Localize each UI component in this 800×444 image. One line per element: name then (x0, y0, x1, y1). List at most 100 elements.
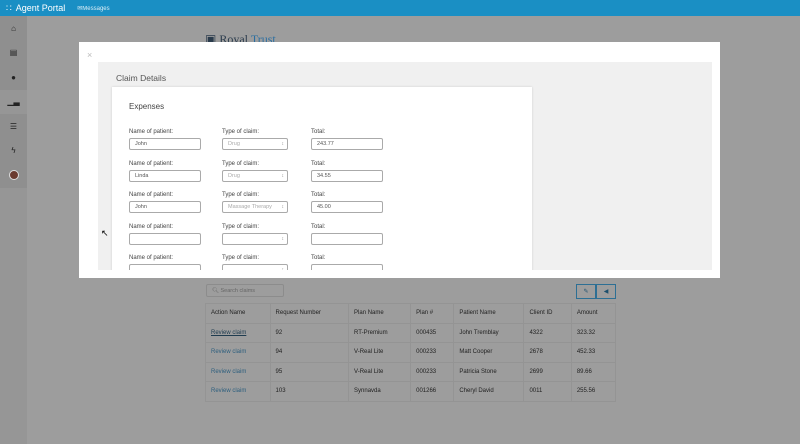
field-type: Type of claim: Drug (222, 161, 288, 182)
avatar-item[interactable] (0, 163, 27, 188)
table-cell: V-Real Lite (348, 361, 412, 382)
table-cell: Matt Cooper (453, 342, 525, 363)
field-name: Name of patient: John (129, 129, 201, 150)
field-label: Name of patient: (129, 223, 174, 230)
column-header: Plan # (410, 303, 455, 324)
table-cell: Synnavda (348, 381, 412, 402)
table-cell: Review claim (205, 381, 271, 402)
total-input[interactable]: 45.00 (311, 201, 383, 213)
table-cell: 92 (269, 322, 350, 343)
sidebar: ⌂ ▤ ● ▁▃ ☰ ϟ (0, 16, 27, 444)
review-claim-link[interactable]: Review claim (211, 388, 246, 394)
claim-type-select[interactable]: Massage Therapy (222, 201, 288, 213)
globe-icon[interactable]: ● (0, 65, 27, 90)
grid-icon: ∷ (6, 2, 12, 13)
field-label: Type of claim: (222, 160, 260, 167)
top-bar: ∷ Agent Portal ✉Messages (0, 0, 800, 16)
table-cell: 2678 (523, 342, 572, 363)
app-brand[interactable]: ∷ Agent Portal (6, 3, 65, 14)
table-cell: V-Real Lite (348, 342, 412, 363)
close-icon[interactable]: × (87, 50, 92, 60)
document-icon[interactable]: ▤ (0, 40, 27, 65)
field-label: Type of claim: (222, 129, 260, 135)
table-row: Review claim 92 RT-Premium 000435 John Tremb… (205, 322, 617, 343)
patient-name-input[interactable] (129, 232, 201, 245)
review-claim-link[interactable]: Review claim (211, 369, 246, 375)
patient-name-input[interactable]: Linda (129, 169, 201, 182)
table-cell: John Tremblay (453, 322, 525, 343)
field-name: Name of patient: Linda (129, 161, 201, 182)
claim-type-select[interactable]: Drug (222, 169, 288, 182)
patient-name-input[interactable] (129, 264, 201, 270)
table-cell: 89.66 (570, 361, 617, 382)
field-label: Total: (311, 129, 326, 135)
field-label: Total: (311, 192, 326, 198)
claims-table: Action Name Request Number Plan Name Plan #… (205, 303, 617, 402)
column-header: Request Number (269, 303, 350, 324)
review-claim-link[interactable]: Review claim (211, 330, 246, 336)
table-cell: 95 (269, 361, 350, 382)
column-header: Plan Name (348, 303, 412, 324)
avatar (8, 170, 19, 181)
table-cell: RT-Premium (348, 322, 412, 343)
claim-type-select[interactable] (222, 264, 288, 270)
table-cell: Review claim (205, 342, 271, 363)
field-label: Name of patient: (129, 129, 174, 135)
review-claim-link[interactable]: Review claim (211, 349, 246, 355)
total-input[interactable]: 34.55 (311, 169, 383, 182)
table-cell: Review claim (205, 322, 271, 343)
home-icon[interactable]: ⌂ (0, 16, 27, 41)
field-name: Name of patient: John (129, 192, 201, 213)
total-input[interactable] (311, 264, 383, 270)
column-header: Action Name (205, 303, 271, 324)
export-button[interactable]: ◀ (596, 284, 616, 299)
field-label: Total: (311, 223, 326, 230)
table-cell: 255.56 (570, 381, 617, 402)
field-type: Type of claim: (222, 255, 288, 270)
modal-title: Claim Details (116, 73, 167, 83)
field-total: Total: 243.77 (311, 129, 383, 150)
list-icon[interactable]: ☰ (0, 114, 27, 139)
field-label: Total: (311, 255, 326, 261)
table-cell: 001266 (410, 381, 455, 402)
table-cell: 000233 (410, 361, 455, 382)
total-input[interactable]: 243.77 (311, 138, 383, 150)
chart-icon[interactable]: ▁▃ (0, 90, 27, 115)
modal-body: Claim Details Expenses Name of patient: J… (98, 62, 712, 270)
field-name: Name of patient: (129, 255, 201, 270)
search-claims-input[interactable]: 🔍︎ Search claims (206, 284, 284, 297)
field-total: Total: (311, 224, 383, 245)
field-label: Name of patient: (129, 192, 174, 198)
patient-name-input[interactable]: John (129, 201, 201, 213)
field-total: Total: 45.00 (311, 192, 383, 213)
claim-type-select[interactable] (222, 232, 288, 245)
field-name: Name of patient: (129, 224, 201, 245)
expenses-card: Expenses Name of patient: John Type of cla… (112, 87, 532, 270)
table-cell: 4322 (523, 322, 572, 343)
field-label: Type of claim: (222, 255, 260, 261)
column-header: Amount (570, 303, 617, 324)
field-label: Type of claim: (222, 192, 260, 198)
expenses-heading: Expenses (129, 102, 165, 111)
edit-button[interactable]: ✎ (576, 284, 596, 299)
column-header: Patient Name (453, 303, 525, 324)
table-cell: 103 (269, 381, 350, 402)
patient-name-input[interactable]: John (129, 138, 201, 150)
table-row: Review claim 94 V-Real Lite 000233 Matt Coop… (205, 342, 617, 363)
table-cell: 000435 (410, 322, 455, 343)
table-cell: 323.32 (570, 322, 617, 343)
field-total: Total: 34.55 (311, 161, 383, 182)
field-total: Total: (311, 255, 383, 270)
bolt-icon[interactable]: ϟ (0, 138, 27, 163)
table-cell: 452.33 (570, 342, 617, 363)
total-input[interactable] (311, 232, 383, 245)
field-type: Type of claim: Drug (222, 129, 288, 150)
table-cell: 94 (269, 342, 350, 363)
messages-link[interactable]: ✉Messages (77, 5, 109, 12)
field-type: Type of claim: (222, 224, 288, 245)
claim-type-select[interactable]: Drug (222, 138, 288, 150)
table-actions: ✎ ◀ (576, 284, 616, 299)
claim-details-modal: × Claim Details Expenses Name of patient… (79, 42, 720, 278)
table-cell: 2699 (523, 361, 572, 382)
table-cell: Review claim (205, 361, 271, 382)
